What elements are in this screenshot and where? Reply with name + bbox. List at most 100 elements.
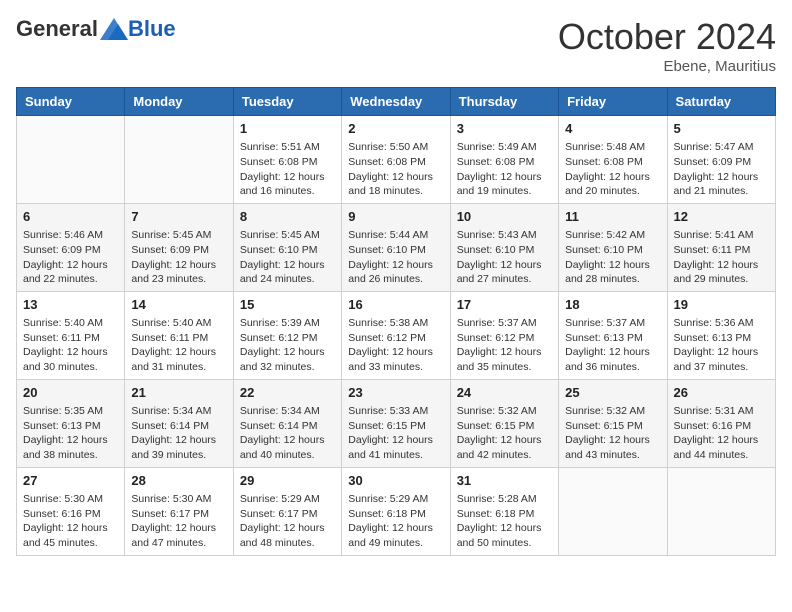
day-number: 17 — [457, 296, 552, 314]
calendar-cell: 12 Sunrise: 5:41 AMSunset: 6:11 PMDayligh… — [667, 203, 775, 291]
day-number: 19 — [674, 296, 769, 314]
calendar-cell: 3 Sunrise: 5:49 AMSunset: 6:08 PMDaylight… — [450, 116, 558, 204]
calendar-row: 6Sunrise: 5:46 AMSunset: 6:09 PMDaylight… — [17, 203, 776, 291]
day-number: 27 — [23, 472, 118, 490]
day-info: Sunrise: 5:49 AMSunset: 6:08 PMDaylight:… — [457, 140, 552, 199]
calendar-cell: 10 Sunrise: 5:43 AMSunset: 6:10 PMDayligh… — [450, 203, 558, 291]
calendar-cell: 18 Sunrise: 5:37 AMSunset: 6:13 PMDayligh… — [559, 291, 667, 379]
day-number: 16 — [348, 296, 443, 314]
day-info: Sunrise: 5:30 AMSunset: 6:17 PMDaylight:… — [131, 492, 226, 551]
weekday-header-friday: Friday — [559, 88, 667, 116]
calendar-cell: 19 Sunrise: 5:36 AMSunset: 6:13 PMDayligh… — [667, 291, 775, 379]
calendar-cell: 4 Sunrise: 5:48 AMSunset: 6:08 PMDaylight… — [559, 116, 667, 204]
calendar-cell: 30 Sunrise: 5:29 AMSunset: 6:18 PMDayligh… — [342, 467, 450, 555]
calendar-row: 13Sunrise: 5:40 AMSunset: 6:11 PMDayligh… — [17, 291, 776, 379]
day-info: Sunrise: 5:44 AMSunset: 6:10 PMDaylight:… — [348, 228, 443, 287]
calendar-cell: 9 Sunrise: 5:44 AMSunset: 6:10 PMDaylight… — [342, 203, 450, 291]
day-info: Sunrise: 5:50 AMSunset: 6:08 PMDaylight:… — [348, 140, 443, 199]
day-number: 10 — [457, 208, 552, 226]
day-info: Sunrise: 5:31 AMSunset: 6:16 PMDaylight:… — [674, 404, 769, 463]
calendar-cell: 27Sunrise: 5:30 AMSunset: 6:16 PMDayligh… — [17, 467, 125, 555]
day-info: Sunrise: 5:41 AMSunset: 6:11 PMDaylight:… — [674, 228, 769, 287]
logo-blue-text: Blue — [128, 16, 176, 42]
day-number: 24 — [457, 384, 552, 402]
month-title: October 2024 — [558, 16, 776, 58]
day-number: 22 — [240, 384, 335, 402]
day-number: 25 — [565, 384, 660, 402]
calendar-row: 20Sunrise: 5:35 AMSunset: 6:13 PMDayligh… — [17, 379, 776, 467]
weekday-header-saturday: Saturday — [667, 88, 775, 116]
calendar-cell: 1 Sunrise: 5:51 AMSunset: 6:08 PMDaylight… — [233, 116, 341, 204]
day-info: Sunrise: 5:33 AMSunset: 6:15 PMDaylight:… — [348, 404, 443, 463]
calendar-table: SundayMondayTuesdayWednesdayThursdayFrid… — [16, 87, 776, 556]
day-info: Sunrise: 5:37 AMSunset: 6:13 PMDaylight:… — [565, 316, 660, 375]
day-info: Sunrise: 5:43 AMSunset: 6:10 PMDaylight:… — [457, 228, 552, 287]
day-number: 9 — [348, 208, 443, 226]
day-number: 2 — [348, 120, 443, 138]
weekday-header-thursday: Thursday — [450, 88, 558, 116]
calendar-cell: 23 Sunrise: 5:33 AMSunset: 6:15 PMDayligh… — [342, 379, 450, 467]
calendar-cell: 7 Sunrise: 5:45 AMSunset: 6:09 PMDaylight… — [125, 203, 233, 291]
calendar-cell: 6Sunrise: 5:46 AMSunset: 6:09 PMDaylight… — [17, 203, 125, 291]
day-number: 11 — [565, 208, 660, 226]
calendar-cell: 28 Sunrise: 5:30 AMSunset: 6:17 PMDayligh… — [125, 467, 233, 555]
weekday-header-sunday: Sunday — [17, 88, 125, 116]
day-number: 15 — [240, 296, 335, 314]
calendar-cell: 11 Sunrise: 5:42 AMSunset: 6:10 PMDayligh… — [559, 203, 667, 291]
page-header: General Blue October 2024 Ebene, Mauriti… — [16, 16, 776, 75]
logo-icon — [100, 18, 128, 40]
day-info: Sunrise: 5:48 AMSunset: 6:08 PMDaylight:… — [565, 140, 660, 199]
calendar-cell — [17, 116, 125, 204]
calendar-cell: 8 Sunrise: 5:45 AMSunset: 6:10 PMDaylight… — [233, 203, 341, 291]
calendar-row: 27Sunrise: 5:30 AMSunset: 6:16 PMDayligh… — [17, 467, 776, 555]
day-info: Sunrise: 5:45 AMSunset: 6:09 PMDaylight:… — [131, 228, 226, 287]
day-info: Sunrise: 5:34 AMSunset: 6:14 PMDaylight:… — [240, 404, 335, 463]
calendar-cell — [559, 467, 667, 555]
day-number: 8 — [240, 208, 335, 226]
day-number: 29 — [240, 472, 335, 490]
day-number: 30 — [348, 472, 443, 490]
day-number: 3 — [457, 120, 552, 138]
calendar-cell: 21Sunrise: 5:34 AMSunset: 6:14 PMDayligh… — [125, 379, 233, 467]
calendar-cell: 29 Sunrise: 5:29 AMSunset: 6:17 PMDayligh… — [233, 467, 341, 555]
day-info: Sunrise: 5:29 AMSunset: 6:18 PMDaylight:… — [348, 492, 443, 551]
day-number: 31 — [457, 472, 552, 490]
calendar-cell: 31 Sunrise: 5:28 AMSunset: 6:18 PMDayligh… — [450, 467, 558, 555]
day-info: Sunrise: 5:28 AMSunset: 6:18 PMDaylight:… — [457, 492, 552, 551]
day-number: 1 — [240, 120, 335, 138]
calendar-cell: 2 Sunrise: 5:50 AMSunset: 6:08 PMDaylight… — [342, 116, 450, 204]
day-info: Sunrise: 5:46 AMSunset: 6:09 PMDaylight:… — [23, 228, 118, 287]
day-number: 18 — [565, 296, 660, 314]
day-info: Sunrise: 5:45 AMSunset: 6:10 PMDaylight:… — [240, 228, 335, 287]
weekday-header-monday: Monday — [125, 88, 233, 116]
day-info: Sunrise: 5:42 AMSunset: 6:10 PMDaylight:… — [565, 228, 660, 287]
day-info: Sunrise: 5:35 AMSunset: 6:13 PMDaylight:… — [23, 404, 118, 463]
calendar-cell — [125, 116, 233, 204]
day-number: 4 — [565, 120, 660, 138]
day-info: Sunrise: 5:29 AMSunset: 6:17 PMDaylight:… — [240, 492, 335, 551]
day-info: Sunrise: 5:39 AMSunset: 6:12 PMDaylight:… — [240, 316, 335, 375]
day-info: Sunrise: 5:32 AMSunset: 6:15 PMDaylight:… — [565, 404, 660, 463]
calendar-cell: 13Sunrise: 5:40 AMSunset: 6:11 PMDayligh… — [17, 291, 125, 379]
calendar-cell: 16 Sunrise: 5:38 AMSunset: 6:12 PMDayligh… — [342, 291, 450, 379]
weekday-header-row: SundayMondayTuesdayWednesdayThursdayFrid… — [17, 88, 776, 116]
day-info: Sunrise: 5:38 AMSunset: 6:12 PMDaylight:… — [348, 316, 443, 375]
calendar-cell: 25 Sunrise: 5:32 AMSunset: 6:15 PMDayligh… — [559, 379, 667, 467]
day-info: Sunrise: 5:34 AMSunset: 6:14 PMDaylight:… — [131, 404, 226, 463]
day-number: 13 — [23, 296, 118, 314]
calendar-cell: 20Sunrise: 5:35 AMSunset: 6:13 PMDayligh… — [17, 379, 125, 467]
calendar-cell — [667, 467, 775, 555]
calendar-cell: 26Sunrise: 5:31 AMSunset: 6:16 PMDayligh… — [667, 379, 775, 467]
day-number: 14 — [131, 296, 226, 314]
day-number: 28 — [131, 472, 226, 490]
day-info: Sunrise: 5:32 AMSunset: 6:15 PMDaylight:… — [457, 404, 552, 463]
day-info: Sunrise: 5:36 AMSunset: 6:13 PMDaylight:… — [674, 316, 769, 375]
day-info: Sunrise: 5:51 AMSunset: 6:08 PMDaylight:… — [240, 140, 335, 199]
calendar-cell: 17Sunrise: 5:37 AMSunset: 6:12 PMDayligh… — [450, 291, 558, 379]
day-number: 12 — [674, 208, 769, 226]
calendar-cell: 15 Sunrise: 5:39 AMSunset: 6:12 PMDayligh… — [233, 291, 341, 379]
day-number: 23 — [348, 384, 443, 402]
day-number: 7 — [131, 208, 226, 226]
title-area: October 2024 Ebene, Mauritius — [558, 16, 776, 75]
day-number: 5 — [674, 120, 769, 138]
